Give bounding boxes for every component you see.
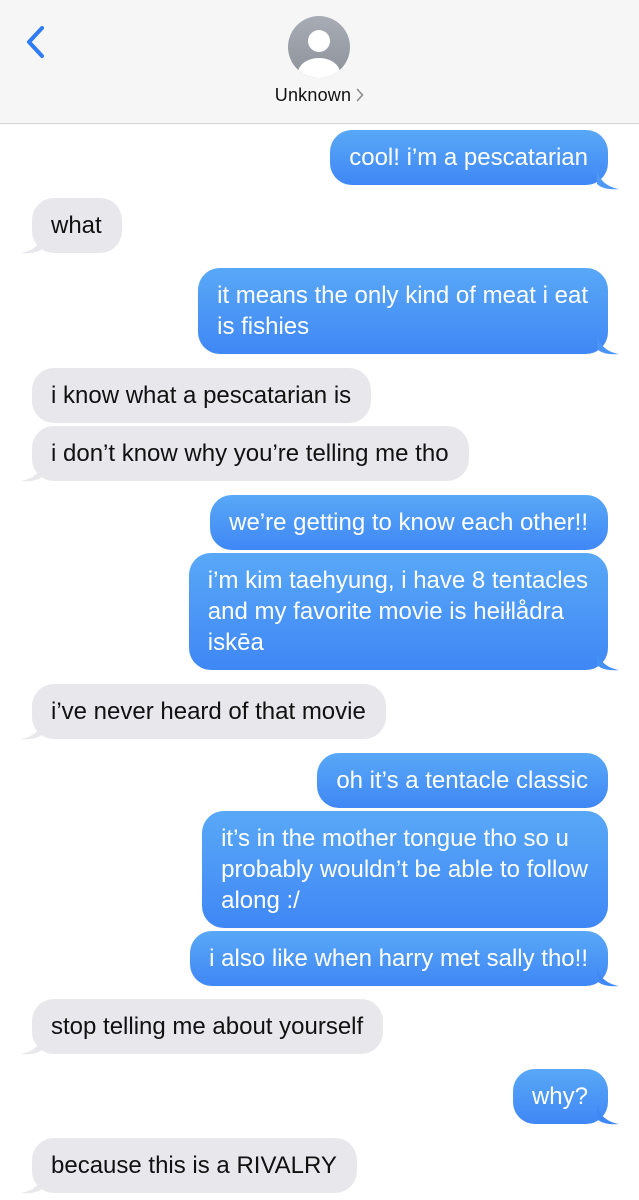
message-text: oh it’s a tentacle classic <box>336 767 588 794</box>
message-text: we’re getting to know each other!! <box>229 509 588 536</box>
back-button[interactable] <box>22 24 52 60</box>
outgoing-message-bubble[interactable]: we’re getting to know each other!! <box>210 495 608 550</box>
message-text: because this is a RIVALRY <box>51 1152 337 1179</box>
message-text: i’ve never heard of that movie <box>51 698 366 725</box>
outgoing-message-bubble[interactable]: i also like when harry met sally tho!! <box>190 931 608 986</box>
message-text-line: i’m kim taehyung, i have 8 tentacles <box>207 567 588 594</box>
bubble-tail <box>21 720 43 740</box>
person-silhouette-icon <box>298 30 340 78</box>
chevron-left-icon <box>27 26 44 58</box>
contact-name: Unknown <box>274 84 352 105</box>
outgoing-message-bubble[interactable]: it means the only kind of meat i eat is … <box>198 268 608 354</box>
message-text-line: along :/ <box>221 887 300 914</box>
incoming-message-bubble[interactable]: i don’t know why you’re telling me tho <box>32 426 469 481</box>
message-text-line: is fishies <box>217 313 310 340</box>
message-text-line: iskēa <box>207 629 264 656</box>
incoming-message-bubble[interactable]: because this is a RIVALRY <box>32 1138 357 1193</box>
message-text: cool! i’m a pescatarian <box>349 144 588 171</box>
bubble-tail <box>21 234 43 254</box>
message-text: i don’t know why you’re telling me tho <box>51 440 449 467</box>
incoming-message-bubble[interactable]: i’ve never heard of that movie <box>32 684 386 739</box>
message-text: i know what a pescatarian is <box>51 382 352 409</box>
contact-info-button[interactable]: Unknown <box>0 83 639 107</box>
bubble-tail <box>597 335 619 355</box>
message-text-line: probably wouldn’t be able to follow <box>221 856 588 883</box>
outgoing-message-bubble[interactable]: oh it’s a tentacle classic <box>317 753 608 808</box>
message-thread[interactable]: cool! i’m a pescatarian what it means th… <box>0 123 639 1200</box>
bubble-tail <box>597 170 619 190</box>
incoming-message-bubble[interactable]: stop telling me about yourself <box>32 999 384 1054</box>
message-text: what <box>51 212 102 239</box>
bubble-tail <box>597 651 619 671</box>
message-text-line: and my favorite movie is heiłlådra <box>207 598 564 625</box>
conversation-header: Unknown <box>0 0 639 124</box>
outgoing-message-bubble[interactable]: i’m kim taehyung, i have 8 tentacles and… <box>188 553 608 670</box>
bubble-tail <box>21 1035 43 1055</box>
incoming-message-bubble[interactable]: i know what a pescatarian is <box>32 368 372 423</box>
bubble-tail <box>597 1105 619 1125</box>
outgoing-message-bubble[interactable]: cool! i’m a pescatarian <box>330 130 608 185</box>
avatar[interactable] <box>288 16 350 78</box>
message-text: stop telling me about yourself <box>51 1013 364 1040</box>
message-text: i also like when harry met sally tho!! <box>209 945 588 972</box>
incoming-message-bubble[interactable]: what <box>32 198 122 253</box>
message-text-line: it’s in the mother tongue tho so u <box>221 825 569 852</box>
outgoing-message-bubble[interactable]: it’s in the mother tongue tho so u proba… <box>202 811 608 928</box>
outgoing-message-bubble[interactable]: why? <box>512 1069 608 1124</box>
chevron-right-icon <box>356 88 364 102</box>
message-text-line: it means the only kind of meat i eat <box>217 282 588 309</box>
bubble-tail <box>21 462 43 482</box>
bubble-tail <box>597 967 619 987</box>
bubble-tail <box>21 1174 43 1194</box>
message-text: why? <box>531 1083 588 1110</box>
